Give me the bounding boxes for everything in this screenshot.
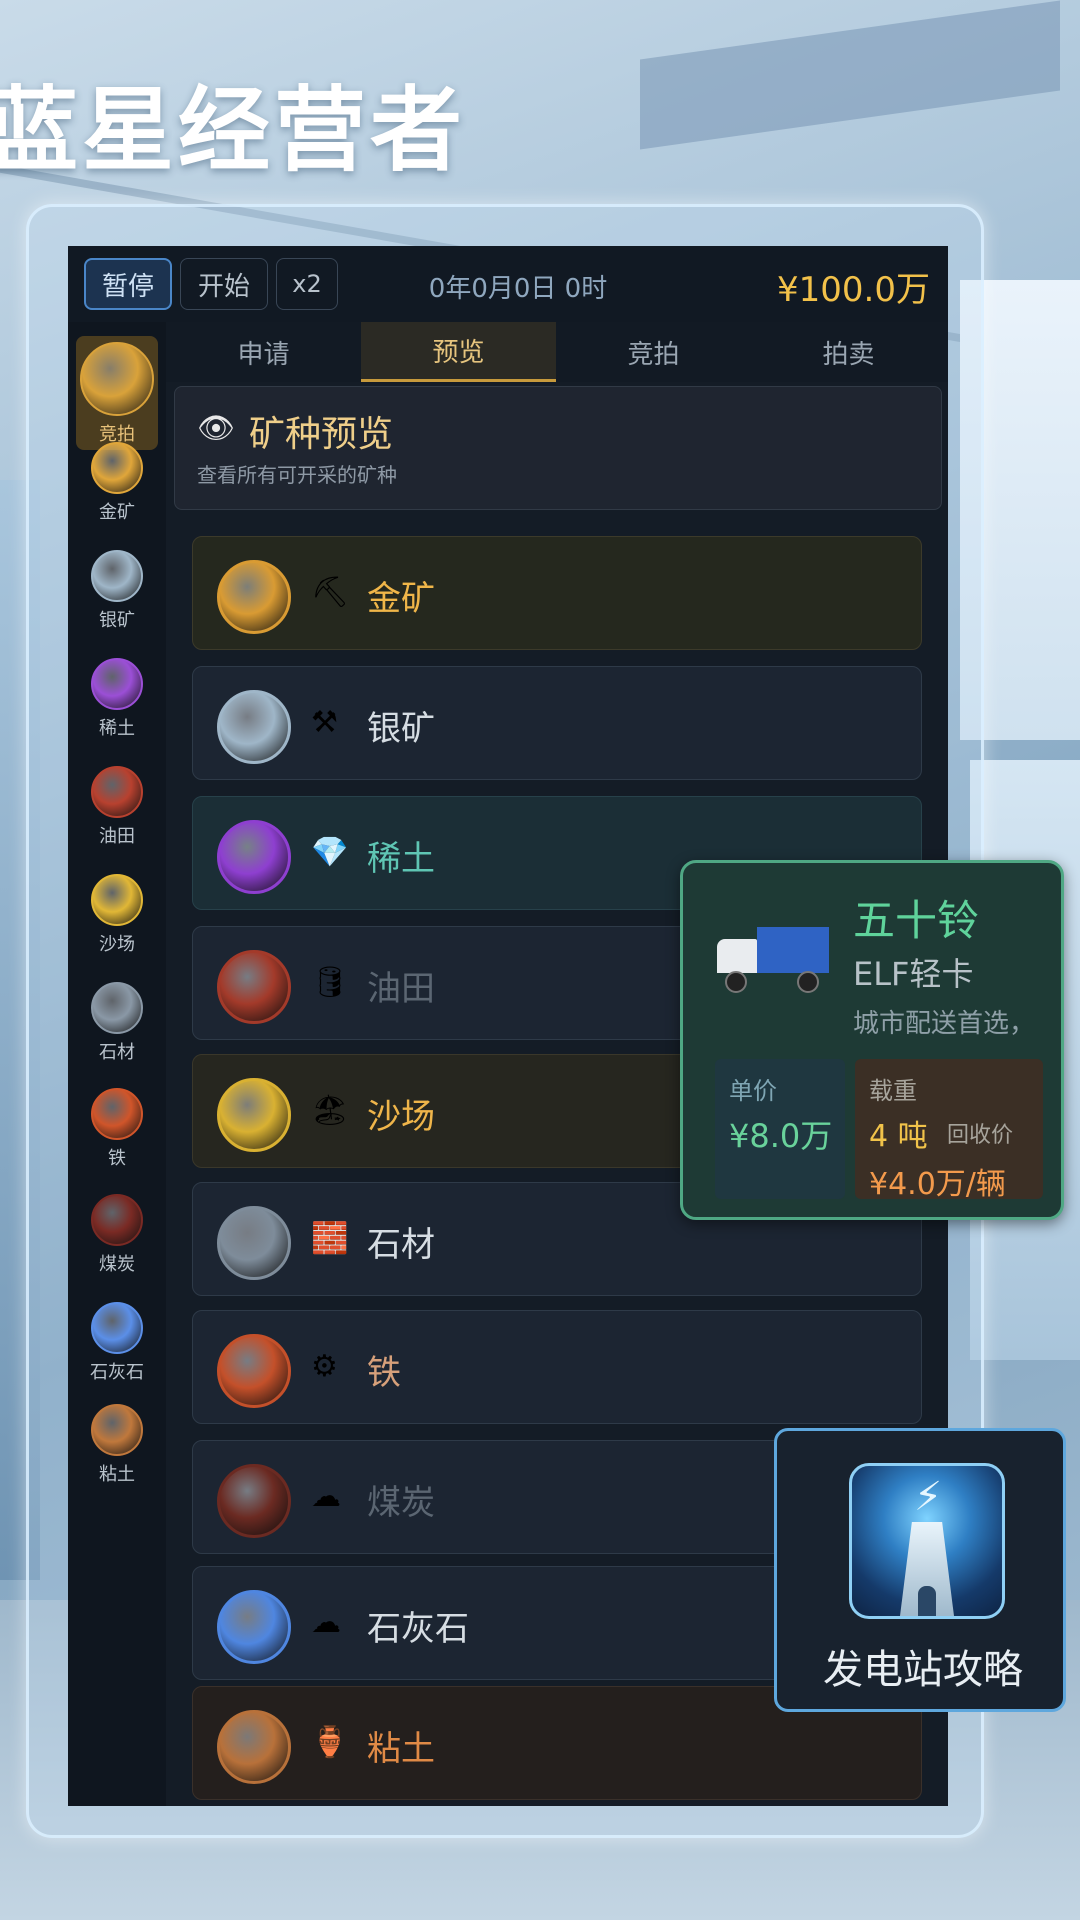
app-title: 蓝星经营者 [0, 77, 467, 184]
truck-icon [717, 927, 829, 993]
sidebar-item[interactable]: 石灰石 [68, 1302, 166, 1384]
money-display: ¥100.0万 [777, 270, 930, 310]
tab[interactable]: 竞拍 [556, 322, 751, 382]
mineral-icon [217, 1078, 291, 1152]
mineral-icon [217, 820, 291, 894]
mineral-name: 金矿 [367, 579, 435, 619]
mineral-icon [217, 690, 291, 764]
speed-button[interactable]: x2 [276, 258, 338, 310]
mineral-icon [217, 950, 291, 1024]
mineral-type-icon: 💎 [311, 835, 349, 870]
sidebar: 竞拍金矿银矿稀土油田沙场石材铁煤炭石灰石粘土 [68, 322, 166, 1806]
tab-bar: 申请 预览 竞拍 拍卖 [166, 322, 948, 382]
mineral-type-icon: ⚙ [311, 1349, 338, 1384]
sidebar-item-label: 粘土 [99, 1464, 135, 1485]
top-bar: 暂停 开始 x2 0年0月0日 0时 ¥100.0万 [68, 246, 948, 323]
sidebar-item-label: 金矿 [99, 502, 135, 523]
recycle-value: ¥4.0万/辆 [869, 1167, 1006, 1202]
preview-header: 👁 矿种预览 查看所有可开采的矿种 [174, 386, 942, 510]
game-time: 0年0月0日 0时 [428, 274, 608, 304]
oil-field-icon [91, 766, 143, 818]
pause-button[interactable]: 暂停 [84, 258, 172, 310]
mineral-name: 粘土 [367, 1729, 435, 1769]
mineral-type-icon: 🏺 [311, 1725, 349, 1760]
sand-field-icon [91, 874, 143, 926]
sidebar-item[interactable]: 沙场 [68, 874, 166, 956]
truck-name: 五十铃 [853, 896, 980, 945]
mineral-name: 石材 [367, 1225, 435, 1265]
mineral-type-icon: 🧱 [311, 1221, 349, 1256]
sidebar-item-label: 石材 [99, 1042, 135, 1063]
iron-icon [91, 1088, 143, 1140]
mineral-row[interactable]: ⛏ 金矿 [192, 536, 922, 650]
sidebar-item[interactable]: 稀土 [68, 658, 166, 740]
mineral-row[interactable]: ⚒ 银矿 [192, 666, 922, 780]
guide-label: 发电站攻略 [823, 1647, 1023, 1693]
tab[interactable]: 预览 [361, 322, 556, 382]
mineral-name: 沙场 [367, 1097, 435, 1137]
mineral-icon [217, 1590, 291, 1664]
mineral-icon [217, 1710, 291, 1784]
truck-card[interactable]: 五十铃 ELF轻卡 城市配送首选， 单价 ¥8.0万 载重 4 吨 回收价 ¥4… [680, 860, 1064, 1220]
sidebar-item-label: 稀土 [99, 718, 135, 739]
tab[interactable]: 拍卖 [751, 322, 946, 382]
mineral-name: 银矿 [367, 709, 435, 749]
power-station-guide-card[interactable]: ⚡ 发电站攻略 [774, 1428, 1066, 1712]
truck-price-box: 单价 ¥8.0万 [715, 1059, 845, 1199]
mineral-type-icon: ☁ [311, 1605, 341, 1640]
mineral-type-icon: ⚒ [311, 705, 338, 740]
mineral-name: 铁 [367, 1353, 401, 1393]
sidebar-item-label: 油田 [99, 826, 135, 847]
mineral-type-icon: 🛢 [311, 965, 350, 1000]
mineral-type-icon: ☁ [311, 1479, 341, 1514]
sidebar-item-label: 银矿 [99, 610, 135, 631]
sidebar-item[interactable]: 铁 [68, 1088, 166, 1170]
sidebar-item-label: 铁 [108, 1148, 126, 1169]
rare-earth-icon [91, 658, 143, 710]
mineral-icon [217, 1334, 291, 1408]
stone-icon [91, 982, 143, 1034]
sidebar-item[interactable]: 金矿 [68, 442, 166, 524]
sidebar-item[interactable]: 煤炭 [68, 1194, 166, 1276]
background-beam [640, 0, 1060, 150]
sidebar-item[interactable]: 粘土 [68, 1404, 166, 1486]
mineral-row[interactable]: ⚙ 铁 [192, 1310, 922, 1424]
mineral-icon [217, 560, 291, 634]
mineral-name: 油田 [367, 969, 435, 1009]
sidebar-item[interactable]: 银矿 [68, 550, 166, 632]
mineral-name: 煤炭 [367, 1483, 435, 1523]
truck-description: 城市配送首选， [853, 1009, 1036, 1039]
start-button[interactable]: 开始 [180, 258, 268, 310]
truck-load-box: 载重 4 吨 回收价 ¥4.0万/辆 [855, 1059, 1043, 1202]
recycle-label: 回收价 [947, 1123, 1014, 1148]
silver-ore-icon [91, 550, 143, 602]
sidebar-item-label: 沙场 [99, 934, 135, 955]
mineral-icon [217, 1206, 291, 1280]
auction-icon [80, 342, 154, 416]
sidebar-item[interactable]: 油田 [68, 766, 166, 848]
page-title: 矿种预览 [249, 414, 394, 455]
mineral-type-icon: 🏖 [311, 1093, 350, 1128]
mineral-type-icon: ⛏ [311, 575, 350, 610]
clay-icon [91, 1404, 143, 1456]
mineral-icon [217, 1464, 291, 1538]
sidebar-item-label: 石灰石 [90, 1362, 144, 1383]
tab[interactable]: 申请 [166, 322, 361, 382]
limestone-icon [91, 1302, 143, 1354]
sidebar-item[interactable]: 竞拍 [76, 336, 158, 450]
price-label: 单价 [729, 1077, 777, 1105]
load-label: 载重 [869, 1077, 917, 1105]
power-station-icon: ⚡ [849, 1463, 1005, 1619]
sidebar-item-label: 煤炭 [99, 1254, 135, 1275]
sidebar-item[interactable]: 石材 [68, 982, 166, 1064]
coal-icon [91, 1194, 143, 1246]
eye-icon: 👁 [197, 411, 236, 446]
load-value: 4 吨 [869, 1119, 928, 1154]
page-subtitle: 查看所有可开采的矿种 [197, 463, 397, 487]
price-value: ¥8.0万 [729, 1117, 833, 1155]
mineral-name: 石灰石 [367, 1609, 469, 1649]
gold-ore-icon [91, 442, 143, 494]
mineral-name: 稀土 [367, 839, 435, 879]
truck-model: ELF轻卡 [853, 955, 974, 993]
